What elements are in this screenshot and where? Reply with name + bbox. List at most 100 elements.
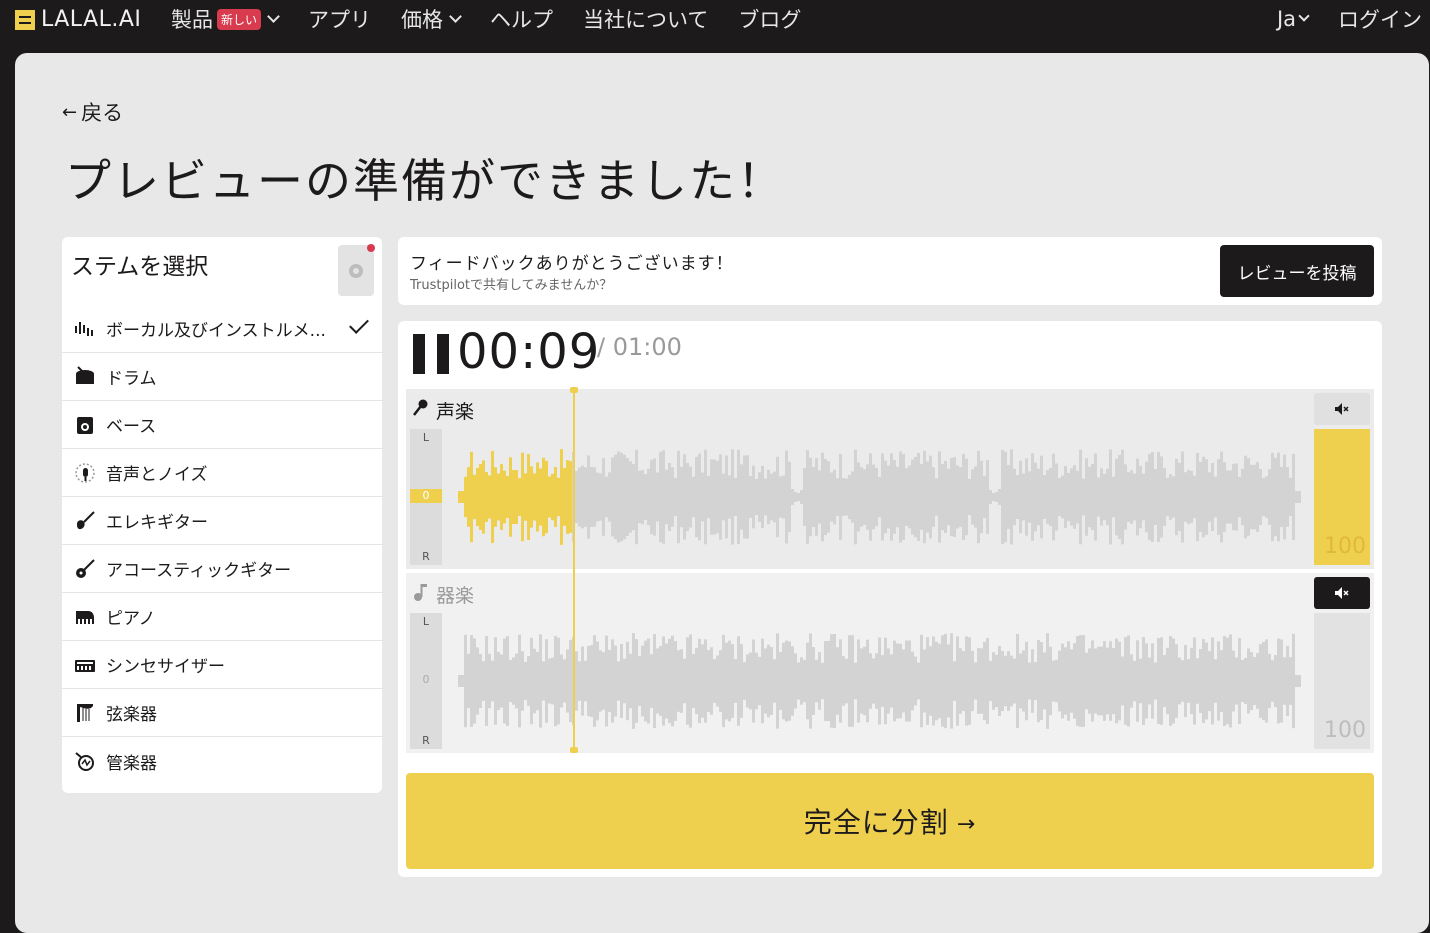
waveform-bar bbox=[587, 645, 590, 717]
pause-bar-icon bbox=[413, 334, 425, 374]
stem-item-synth[interactable]: シンセサイザー bbox=[62, 641, 382, 689]
waveform-bar bbox=[911, 459, 914, 535]
waveform-bar bbox=[896, 643, 899, 719]
pan-slider[interactable]: L 0 R bbox=[410, 613, 442, 749]
waveform-bar bbox=[806, 450, 809, 544]
post-review-button[interactable]: レビューを投稿 bbox=[1220, 245, 1374, 297]
waveform-bar bbox=[635, 639, 638, 723]
waveform-bar bbox=[986, 460, 989, 534]
waveform-bar bbox=[500, 654, 503, 708]
stem-item-voice-noise[interactable]: 音声とノイズ bbox=[62, 449, 382, 497]
stem-item-vocal-instrumental[interactable]: ボーカル及びインストルメ... bbox=[62, 305, 382, 353]
waveform-bar bbox=[1073, 465, 1076, 529]
login-link[interactable]: ログイン bbox=[1338, 4, 1422, 34]
waveform-bar bbox=[866, 464, 869, 530]
nav-item-pricing[interactable]: 価格 bbox=[401, 4, 462, 34]
waveform-bar bbox=[686, 462, 689, 532]
chevron-down-icon bbox=[267, 9, 280, 23]
waveform-bar bbox=[566, 460, 569, 534]
waveform-bar bbox=[983, 475, 986, 519]
waveform-bar bbox=[833, 469, 836, 525]
waveform-bar bbox=[866, 639, 869, 723]
waveform-bar bbox=[506, 636, 509, 726]
waveform-bar bbox=[1295, 491, 1298, 503]
stem-item-strings[interactable]: 弦楽器 bbox=[62, 689, 382, 737]
waveform-bar bbox=[719, 454, 722, 540]
waveform-bar bbox=[467, 467, 470, 527]
waveform-bar bbox=[839, 454, 842, 540]
waveform-bar bbox=[923, 450, 926, 544]
waveform-bar bbox=[1118, 454, 1121, 540]
waveform-bar bbox=[1088, 466, 1091, 528]
waveform-bar bbox=[503, 470, 506, 524]
full-split-button[interactable]: 完全に分割 → bbox=[406, 773, 1374, 869]
stem-item-acoustic-guitar[interactable]: アコースティックギター bbox=[62, 545, 382, 593]
waveform-bar bbox=[1259, 644, 1262, 718]
waveform-bar bbox=[710, 459, 713, 535]
waveform-bar bbox=[533, 648, 536, 714]
nav-item-about[interactable]: 当社について bbox=[583, 4, 708, 34]
logo[interactable]: LALAL.AI bbox=[15, 7, 141, 32]
waveform-bar bbox=[983, 641, 986, 721]
nav-item-blog[interactable]: ブログ bbox=[738, 4, 801, 34]
mute-button[interactable] bbox=[1314, 577, 1370, 609]
waveform-bar bbox=[1103, 641, 1106, 721]
waveform-bar bbox=[1178, 462, 1181, 532]
waveform-bar bbox=[584, 660, 587, 702]
pan-right-label: R bbox=[422, 550, 430, 563]
playhead[interactable] bbox=[570, 387, 578, 753]
track-vocals: 声楽 L 0 R 100 bbox=[406, 389, 1374, 569]
waveform-bar bbox=[713, 659, 716, 703]
waveform-bar bbox=[1058, 650, 1061, 712]
volume-slider[interactable]: 100 bbox=[1314, 613, 1370, 749]
waveform[interactable] bbox=[450, 613, 1306, 749]
volume-slider[interactable]: 100 bbox=[1314, 429, 1370, 565]
waveform-bar bbox=[596, 641, 599, 721]
waveform-bar bbox=[926, 461, 929, 533]
waveform-bar bbox=[1256, 462, 1259, 532]
waveform-bar bbox=[515, 469, 518, 525]
waveform-bar bbox=[1175, 458, 1178, 536]
waveform-bar bbox=[764, 478, 767, 516]
waveform-bar bbox=[1001, 449, 1004, 545]
waveform-bar bbox=[1280, 639, 1283, 723]
nav-item-app[interactable]: アプリ bbox=[308, 4, 371, 34]
waveform-bar bbox=[1250, 652, 1253, 710]
waveform-bar bbox=[1166, 477, 1169, 517]
waveform-bar bbox=[578, 467, 581, 527]
waveform-bar bbox=[728, 475, 731, 519]
nav-item-products[interactable]: 製品 新しい bbox=[171, 4, 280, 34]
waveform-bar bbox=[971, 469, 974, 525]
waveform-bar bbox=[914, 656, 917, 706]
waveform-bar bbox=[464, 634, 467, 728]
stem-item-bass[interactable]: ベース bbox=[62, 401, 382, 449]
language-select[interactable]: Ja bbox=[1277, 7, 1310, 31]
stem-item-wind[interactable]: 管楽器 bbox=[62, 737, 382, 785]
mute-button[interactable] bbox=[1314, 393, 1370, 425]
waveform-bar bbox=[644, 640, 647, 722]
waveform-bar bbox=[947, 468, 950, 526]
waveform-bar bbox=[791, 646, 794, 716]
waveform-bar bbox=[1259, 468, 1262, 526]
waveform-bar bbox=[794, 492, 797, 502]
waveform-bar bbox=[1136, 458, 1139, 536]
waveform-bar bbox=[1052, 660, 1055, 702]
back-link[interactable]: ← 戻る bbox=[62, 97, 123, 127]
waveform-bar bbox=[1205, 459, 1208, 535]
stem-item-electric-guitar[interactable]: エレキギター bbox=[62, 497, 382, 545]
stem-item-piano[interactable]: ピアノ bbox=[62, 593, 382, 641]
pan-slider[interactable]: L 0 R bbox=[410, 429, 442, 565]
waveform-bar bbox=[1046, 470, 1049, 524]
waveform-bar bbox=[860, 648, 863, 714]
total-time: / 01:00 bbox=[597, 333, 682, 361]
waveform-bar bbox=[659, 646, 662, 716]
nav-item-help[interactable]: ヘルプ bbox=[490, 4, 553, 34]
waveform[interactable] bbox=[450, 429, 1306, 565]
waveform-bar bbox=[536, 651, 539, 711]
settings-button[interactable] bbox=[338, 244, 375, 296]
waveform-bar bbox=[755, 478, 758, 516]
waveform-bar bbox=[521, 651, 524, 711]
pause-button[interactable] bbox=[413, 334, 449, 374]
waveform-bar bbox=[1013, 658, 1016, 704]
stem-item-drums[interactable]: ドラム bbox=[62, 353, 382, 401]
